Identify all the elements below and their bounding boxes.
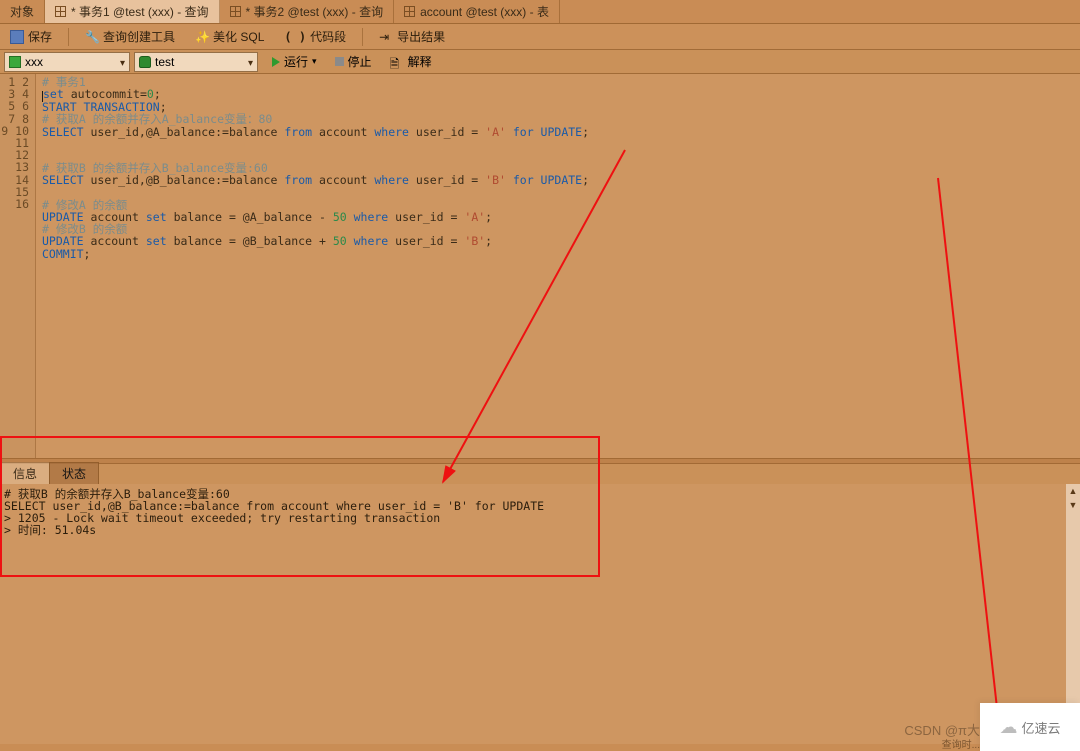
export-label: 导出结果	[397, 28, 445, 45]
tab-query-1[interactable]: * 事务1 @test (xxx) - 查询	[45, 0, 220, 23]
stop-label: 停止	[348, 53, 372, 70]
scroll-up-icon[interactable]: ▲	[1066, 484, 1080, 498]
database-icon	[139, 56, 151, 68]
code-segment-label: 代码段	[310, 28, 346, 45]
database-selector[interactable]: test	[134, 52, 258, 72]
sql-editor[interactable]: 1 2 3 4 5 6 7 8 9 10 11 12 13 14 15 16 #…	[0, 74, 1080, 458]
tab-status[interactable]: 状态	[49, 462, 99, 484]
run-button[interactable]: 运行 ▾	[268, 51, 321, 72]
run-dropdown-caret[interactable]: ▾	[312, 56, 317, 67]
explain-label: 解释	[408, 53, 432, 70]
tab-query-1-label: * 事务1 @test (xxx) - 查询	[71, 3, 209, 20]
brand-watermark: 亿速云	[980, 703, 1080, 751]
cloud-icon	[999, 717, 1017, 738]
tab-status-label: 状态	[62, 467, 86, 481]
chevron-down-icon	[248, 55, 253, 69]
connection-value: xxx	[25, 55, 43, 69]
line-number-gutter: 1 2 3 4 5 6 7 8 9 10 11 12 13 14 15 16	[0, 74, 36, 458]
stop-icon	[335, 57, 344, 66]
toolbar: 保存 查询创建工具 美化 SQL ( ) 代码段 导出结果	[0, 24, 1080, 50]
message-panel: # 获取B 的余额并存入B_balance变量:60 SELECT user_i…	[0, 484, 1080, 744]
tab-query-2[interactable]: * 事务2 @test (xxx) - 查询	[220, 0, 395, 23]
tab-info[interactable]: 信息	[0, 462, 50, 484]
separator	[362, 28, 363, 46]
export-icon	[379, 30, 393, 44]
tab-query-2-label: * 事务2 @test (xxx) - 查询	[246, 3, 384, 20]
code-area[interactable]: # 事务1set autocommit=0;START TRANSACTION;…	[36, 74, 1080, 458]
explain-icon	[390, 55, 404, 69]
brand-label: 亿速云	[1021, 718, 1060, 737]
run-label: 运行	[284, 53, 308, 70]
document-tabs: 对象 * 事务1 @test (xxx) - 查询 * 事务2 @test (x…	[0, 0, 1080, 24]
message-text[interactable]: # 获取B 的余额并存入B_balance变量:60 SELECT user_i…	[0, 484, 1080, 540]
query-icon	[55, 6, 67, 18]
query-builder-button[interactable]: 查询创建工具	[81, 26, 179, 47]
connection-row: xxx test 运行 ▾ 停止 解释	[0, 50, 1080, 74]
result-tab-bar: 信息 状态	[0, 464, 1080, 484]
export-result-button[interactable]: 导出结果	[375, 26, 449, 47]
scroll-down-icon[interactable]: ▼	[1066, 498, 1080, 512]
connection-selector[interactable]: xxx	[4, 52, 130, 72]
save-button[interactable]: 保存	[6, 26, 56, 47]
wrench-icon	[85, 30, 99, 44]
wand-icon	[195, 30, 209, 44]
query-icon	[230, 6, 242, 18]
beautify-label: 美化 SQL	[213, 28, 264, 45]
code-segment-button[interactable]: ( ) 代码段	[280, 26, 350, 47]
separator	[68, 28, 69, 46]
stop-button[interactable]: 停止	[331, 51, 376, 72]
query-builder-label: 查询创建工具	[103, 28, 175, 45]
tab-table-account-label: account @test (xxx) - 表	[420, 3, 549, 20]
status-bar-text: 查询时...	[942, 736, 980, 751]
save-icon	[10, 30, 24, 44]
tab-objects-label: 对象	[10, 3, 34, 20]
connection-icon	[9, 56, 21, 68]
tab-table-account[interactable]: account @test (xxx) - 表	[394, 0, 560, 23]
braces-icon: ( )	[284, 30, 306, 44]
table-icon	[404, 6, 416, 18]
chevron-down-icon	[120, 55, 125, 69]
explain-button[interactable]: 解释	[386, 51, 436, 72]
beautify-sql-button[interactable]: 美化 SQL	[191, 26, 268, 47]
tab-info-label: 信息	[13, 467, 37, 481]
database-value: test	[155, 55, 174, 69]
tab-objects[interactable]: 对象	[0, 0, 45, 23]
play-icon	[272, 57, 280, 67]
save-label: 保存	[28, 28, 52, 45]
